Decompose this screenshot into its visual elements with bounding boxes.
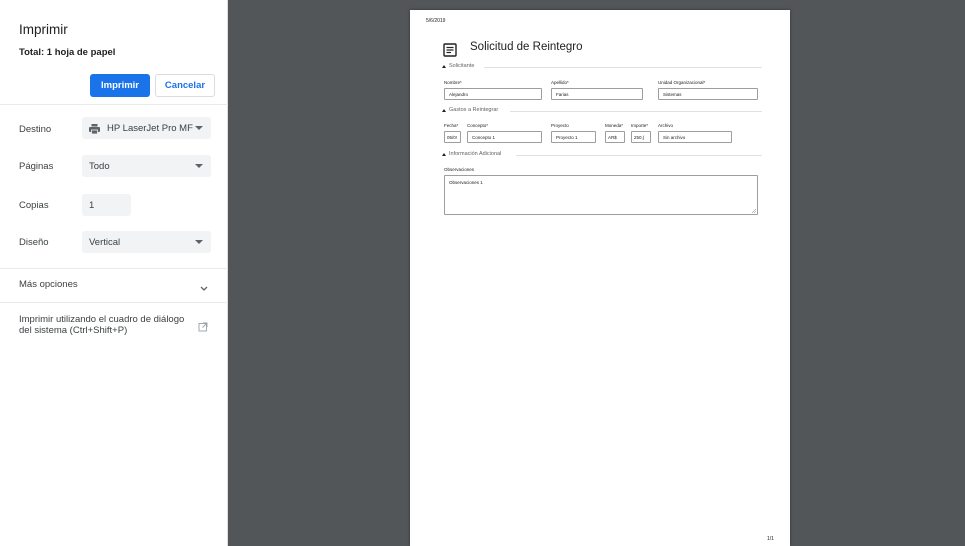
field-label: Unidad Organizacional*: [658, 80, 706, 85]
moneda-field[interactable]: AR$: [605, 131, 625, 143]
section-info-adicional: Información Adicional: [442, 151, 501, 157]
chevron-down-icon[interactable]: [199, 280, 209, 291]
field-label: Nombre*: [444, 80, 462, 85]
destination-label: Destino: [19, 124, 52, 135]
print-preview-page: 5/6/2019 Solicitud de Reintegro Solicita…: [410, 10, 790, 546]
copies-label: Copias: [19, 200, 49, 211]
observaciones-value: Observaciones 1: [449, 180, 483, 185]
page-number: 1/1: [767, 536, 774, 542]
field-label: Proyecto: [551, 123, 569, 128]
print-dialog-title: Imprimir: [19, 22, 68, 37]
importe-field[interactable]: 250,(: [631, 131, 651, 143]
dropdown-caret-icon: [195, 240, 203, 244]
printer-icon: [89, 123, 100, 134]
system-dialog-link[interactable]: Imprimir utilizando el cuadro de diálogo…: [19, 314, 189, 336]
field-label: Apellido*: [551, 80, 569, 85]
page-date: 5/6/2019: [426, 18, 446, 24]
print-button[interactable]: Imprimir: [90, 74, 150, 97]
collapse-arrow-icon: [442, 152, 446, 156]
concepto-field[interactable]: Concepto 1: [467, 131, 542, 143]
field-label: Importe*: [631, 123, 649, 128]
field-label: Archivo: [658, 123, 674, 128]
print-settings-panel: Imprimir Total: 1 hoja de papel Imprimir…: [0, 0, 228, 546]
form-document-icon: [443, 43, 457, 57]
section-divider: [516, 155, 762, 156]
fecha-field[interactable]: 05/0!: [444, 131, 461, 143]
section-divider: [484, 67, 762, 68]
proyecto-field[interactable]: Proyecto 1: [551, 131, 596, 143]
copies-input[interactable]: 1: [82, 194, 131, 216]
observaciones-label: Observaciones: [444, 167, 475, 172]
dropdown-caret-icon: [195, 164, 203, 168]
field-label: Moneda*: [605, 123, 624, 128]
dropdown-caret-icon: [195, 126, 203, 130]
form-title: Solicitud de Reintegro: [470, 41, 583, 53]
section-gastos: Gastos a Reintegrar: [442, 107, 498, 113]
more-options-toggle[interactable]: Más opciones: [19, 279, 78, 290]
pages-value: Todo: [89, 160, 110, 172]
pages-select[interactable]: Todo: [82, 155, 211, 177]
divider: [0, 302, 228, 303]
section-solicitante: Solicitante: [442, 63, 474, 69]
cancel-button[interactable]: Cancelar: [155, 74, 215, 97]
collapse-arrow-icon: [442, 108, 446, 112]
apellido-field[interactable]: Farias: [551, 88, 643, 100]
destination-value: HP LaserJet Pro MF: [107, 122, 193, 134]
open-external-icon[interactable]: [198, 319, 208, 332]
archivo-field[interactable]: Sin archivo: [658, 131, 732, 143]
nombre-field[interactable]: Alejandro: [444, 88, 542, 100]
observaciones-textarea[interactable]: Observaciones 1: [444, 175, 758, 215]
destination-select[interactable]: HP LaserJet Pro MF: [82, 117, 211, 139]
field-label: Fecha*: [444, 123, 459, 128]
field-label: Concepto*: [467, 123, 489, 128]
layout-select[interactable]: Vertical: [82, 231, 211, 253]
divider: [0, 268, 228, 269]
resize-handle-icon[interactable]: [751, 208, 757, 214]
layout-label: Diseño: [19, 237, 49, 248]
layout-value: Vertical: [89, 236, 121, 248]
section-divider: [510, 111, 762, 112]
sheet-total: Total: 1 hoja de papel: [19, 47, 116, 58]
collapse-arrow-icon: [442, 64, 446, 68]
divider: [0, 104, 228, 105]
unidad-field[interactable]: Sistemas: [658, 88, 758, 100]
pages-label: Páginas: [19, 161, 54, 172]
